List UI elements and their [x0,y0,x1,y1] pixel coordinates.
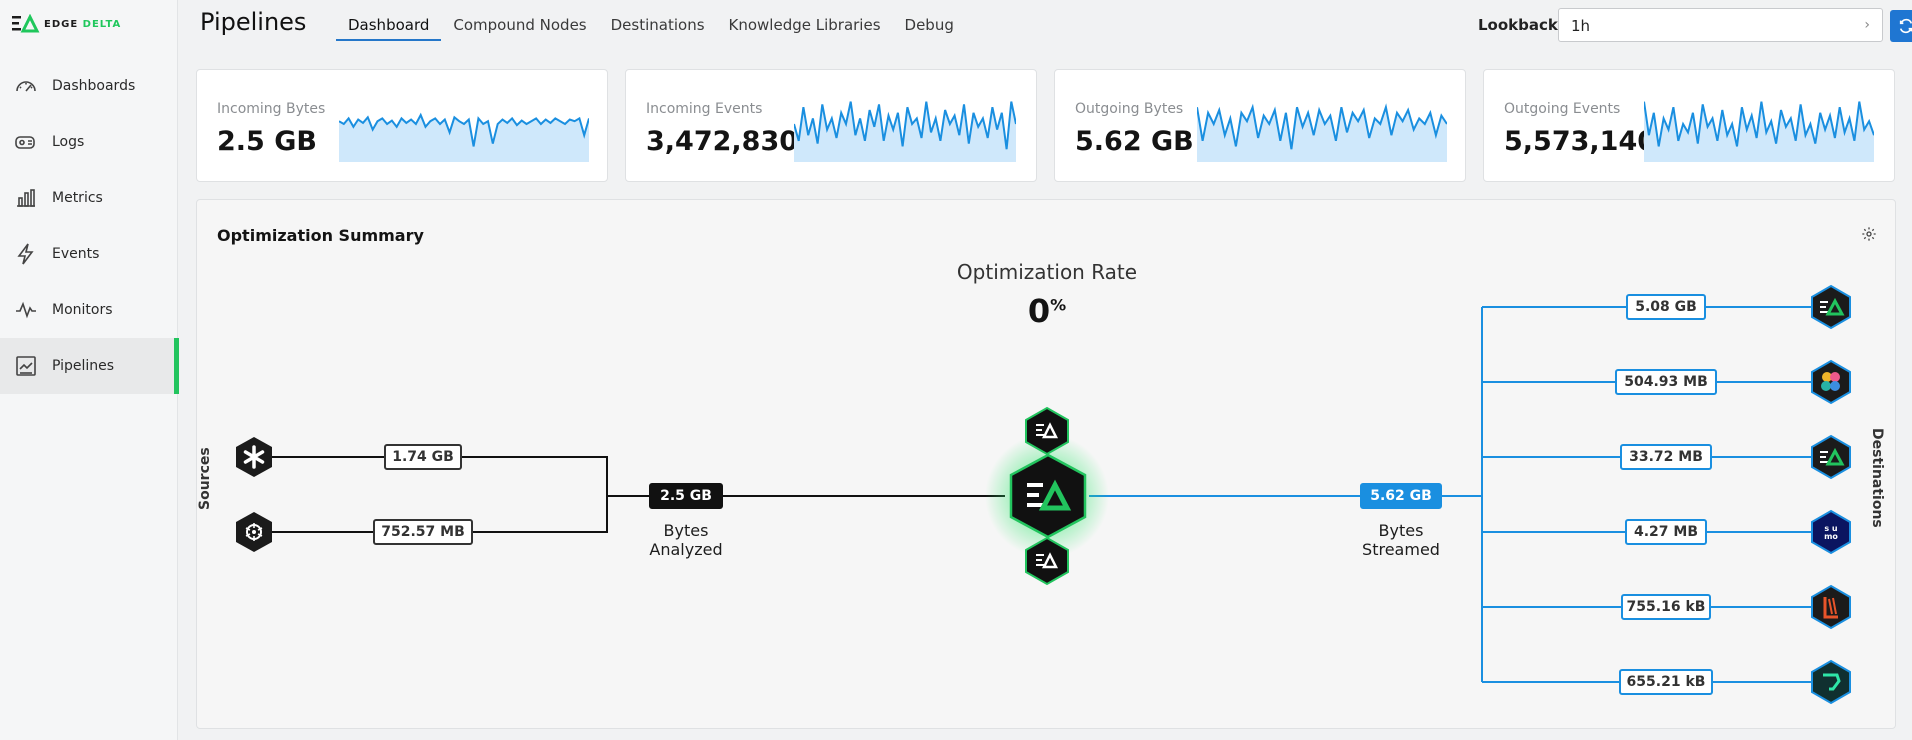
destination-hook-icon[interactable] [1808,659,1854,705]
sparkline [339,112,589,162]
metric-value: 3,472,830 [646,126,799,157]
destination-4-value-pill: 4.27 MB [1625,519,1707,545]
tabs: Dashboard Compound Nodes Destinations Kn… [336,16,966,41]
destination-5-value-pill: 755.16 kB [1621,594,1711,620]
metric-card-incoming-bytes: Incoming Bytes 2.5 GB [196,69,608,182]
source-asterisk-icon[interactable] [233,436,275,478]
sidebar-item-label: Logs [52,134,85,150]
sidebar-item-label: Pipelines [52,358,115,374]
sidebar-item-dashboards[interactable]: Dashboards [0,58,178,114]
processor-main-icon[interactable] [1005,453,1091,539]
refresh-icon [1899,18,1912,34]
lookback-label: Lookback: [1478,16,1564,34]
lookback-select[interactable]: 1h › [1558,8,1883,42]
svg-text:mo: mo [1824,532,1838,541]
logo-text: EDGE DELTA [44,18,122,30]
source-1-value-pill: 1.74 GB [384,444,462,470]
tab-knowledge-libraries[interactable]: Knowledge Libraries [717,16,893,41]
destination-2-value-pill: 504.93 MB [1615,369,1717,395]
edge-delta-logo[interactable]: EDGE DELTA [12,14,121,34]
destination-6-value-pill: 655.21 kB [1619,669,1713,695]
sparkline [794,101,1016,162]
logs-icon [15,136,35,149]
destination-1-value-pill: 5.08 GB [1626,294,1706,320]
metric-label: Outgoing Bytes [1075,101,1184,117]
refresh-button[interactable] [1890,10,1912,42]
lookback-value: 1h [1571,17,1591,35]
header: Pipelines Dashboard Compound Nodes Desti… [178,0,1912,50]
source-kubernetes-icon[interactable] [233,511,275,553]
sidebar-item-label: Monitors [52,302,113,318]
optimization-summary-panel: Optimization Summary Optimization Rate 0… [196,199,1896,729]
sidebar-item-label: Metrics [52,190,103,206]
sources-label: Sources [197,447,213,510]
sparkline [1197,103,1447,162]
destination-edgedelta-icon[interactable] [1808,434,1854,480]
bytes-analyzed-caption: Bytes Analyzed [649,521,723,559]
sidebar-item-pipelines[interactable]: Pipelines [0,338,179,394]
destination-edgedelta-icon[interactable] [1808,284,1854,330]
destination-splunk-icon[interactable] [1808,584,1854,630]
metric-value: 5,573,140 [1504,126,1657,157]
chevron-right-icon: › [1864,17,1870,33]
metric-label: Outgoing Events [1504,101,1621,117]
tab-compound-nodes[interactable]: Compound Nodes [441,16,598,41]
sidebar-item-metrics[interactable]: Metrics [0,170,178,226]
sidebar-item-monitors[interactable]: Monitors [0,282,178,338]
metric-card-outgoing-bytes: Outgoing Bytes 5.62 GB [1054,69,1466,182]
sidebar-nav: Dashboards Logs Metrics Events Monitors … [0,58,179,394]
bar-chart-icon [17,189,35,207]
tab-debug[interactable]: Debug [893,16,966,41]
sidebar-item-label: Dashboards [52,78,136,94]
metric-value: 2.5 GB [217,126,317,157]
destination-elastic-icon[interactable] [1808,359,1854,405]
sparkline [1644,101,1874,162]
sidebar-item-events[interactable]: Events [0,226,178,282]
sidebar-item-logs[interactable]: Logs [0,114,178,170]
metric-card-incoming-events: Incoming Events 3,472,830 [625,69,1037,182]
destination-sumo-logic-icon[interactable]: s u mo [1808,509,1854,555]
metric-label: Incoming Events [646,101,763,117]
metric-value: 5.62 GB [1075,126,1194,157]
destination-3-value-pill: 33.72 MB [1620,444,1712,470]
tab-dashboard[interactable]: Dashboard [336,16,442,41]
page-title: Pipelines [200,8,307,36]
metric-label: Incoming Bytes [217,101,326,117]
lightning-icon [17,243,34,265]
bytes-analyzed-pill: 2.5 GB [649,483,723,509]
source-2-value-pill: 752.57 MB [373,519,473,545]
destinations-label: Destinations [1869,428,1885,528]
pulse-icon [16,301,36,319]
bytes-streamed-pill: 5.62 GB [1360,483,1442,509]
metric-card-outgoing-events: Outgoing Events 5,573,140 [1483,69,1895,182]
sidebar: EDGE DELTA Dashboards Logs Metrics Event… [0,0,179,740]
gauge-icon [16,81,36,92]
processor-small-bottom-icon[interactable] [1022,536,1072,586]
edgedelta-logo-icon [12,14,40,33]
bytes-streamed-caption: Bytes Streamed [1362,521,1440,559]
processor-small-top-icon[interactable] [1022,406,1072,456]
sidebar-item-label: Events [52,246,100,262]
tab-destinations[interactable]: Destinations [599,16,717,41]
pipeline-icon [16,356,36,376]
